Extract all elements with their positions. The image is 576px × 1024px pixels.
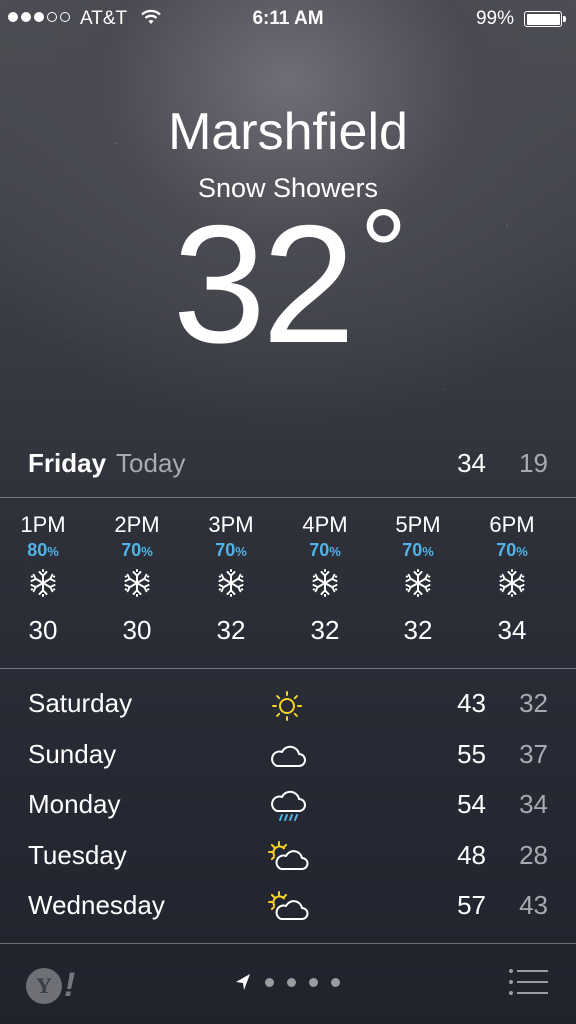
page-dot: [309, 977, 318, 987]
hourly-time: 4PM: [302, 512, 348, 537]
hourly-temp: 32: [216, 615, 246, 645]
hourly-item: 6PM 70% 34: [465, 512, 559, 646]
yahoo-logo[interactable]: Y !: [26, 966, 75, 1005]
hourly-precip: 70%: [309, 540, 341, 560]
daily-low: 28: [519, 839, 548, 870]
daily-row: Sunday 55 37: [0, 735, 576, 786]
partly-cloudy-icon: [268, 840, 309, 870]
list-menu-icon[interactable]: [508, 968, 548, 996]
current-temperature: 32°: [172, 185, 408, 378]
hourly-item: 1PM 80% 30: [0, 512, 90, 646]
page-dot: [265, 977, 274, 987]
snowflake-icon: [124, 569, 150, 597]
daily-low: 43: [519, 890, 548, 920]
battery-icon: [524, 11, 566, 27]
hourly-precip: 70%: [496, 540, 528, 560]
daily-low: 34: [519, 789, 548, 819]
hourly-temp: 32: [403, 615, 433, 645]
hourly-time: 1PM: [20, 512, 66, 537]
hourly-forecast[interactable]: 1PM 80% 30 2PM 70% 30 3PM 70% 32 4PM 70%…: [0, 512, 576, 662]
daily-day: Sunday: [28, 738, 117, 769]
rain-cloud-icon: [271, 790, 306, 821]
snowflake-icon: [30, 569, 56, 597]
daily-forecast: Saturday 43 32 Sunday 55 37 Monday 54 34…: [0, 684, 576, 937]
daily-row: Wednesday 57 43: [0, 886, 576, 937]
daily-day: Monday: [28, 789, 121, 819]
daily-row: Monday 54 34: [0, 785, 576, 836]
daily-row: Tuesday 48 28: [0, 836, 576, 887]
daily-day: Saturday: [28, 688, 133, 718]
daily-low: 32: [519, 688, 548, 718]
snowflake-icon: [312, 569, 338, 597]
daily-high: 54: [457, 789, 486, 819]
hourly-temp: 34: [497, 615, 527, 645]
hourly-time: 5PM: [395, 512, 441, 537]
yahoo-logo-mark: Y: [26, 967, 62, 1004]
today-summary: Friday Today 34 19: [28, 448, 548, 484]
hourly-precip: 70%: [402, 540, 434, 560]
partly-cloudy-icon: [268, 891, 309, 920]
page-dot: [287, 977, 296, 987]
page-dot: [331, 977, 340, 987]
today-low: 19: [519, 448, 548, 478]
hourly-temp: 30: [122, 615, 152, 645]
snowflake-icon: [499, 569, 525, 597]
cloud-icon: [271, 745, 306, 767]
snowflake-icon: [405, 569, 431, 597]
battery-percentage: 99%: [475, 8, 514, 29]
location-arrow-icon: [236, 974, 250, 990]
daily-day: Tuesday: [28, 839, 127, 870]
daily-high: 57: [457, 890, 486, 920]
hourly-time: 2PM: [114, 512, 160, 537]
hourly-temp: 32: [310, 615, 340, 645]
divider: [0, 497, 576, 498]
today-high: 34: [457, 448, 486, 478]
daily-day: Wednesday: [28, 890, 165, 920]
sun-icon: [272, 691, 302, 721]
hourly-item: 5PM 70% 32: [371, 512, 465, 646]
daily-row: Saturday 43 32: [0, 684, 576, 735]
daily-high: 48: [457, 839, 486, 870]
hourly-time: 3PM: [208, 512, 254, 537]
hourly-item: 4PM 70% 32: [278, 512, 372, 646]
city-name: Marshfield: [168, 103, 408, 161]
hourly-precip: 70%: [121, 540, 153, 560]
degree-symbol: °: [359, 185, 407, 319]
hourly-item: 2PM 70% 30: [90, 512, 184, 646]
snowflake-icon: [218, 569, 244, 597]
hourly-time: 6PM: [489, 512, 535, 537]
daily-low: 37: [519, 738, 548, 769]
hourly-item: 3PM 70% 32: [184, 512, 278, 646]
page-indicator[interactable]: [234, 972, 340, 992]
hourly-temp: 30: [28, 615, 58, 645]
hourly-precip: 80%: [27, 540, 59, 560]
divider: [0, 668, 576, 669]
daily-high: 43: [457, 688, 486, 718]
yahoo-logo-bang: !: [64, 966, 76, 1004]
daily-high: 55: [457, 738, 486, 769]
today-day-name: Friday: [28, 448, 107, 478]
bottom-toolbar: Y !: [0, 944, 576, 1024]
status-bar: AT&T 6:11 AM 99%: [0, 0, 576, 40]
hourly-precip: 70%: [215, 540, 247, 560]
today-label: Today: [116, 448, 186, 478]
